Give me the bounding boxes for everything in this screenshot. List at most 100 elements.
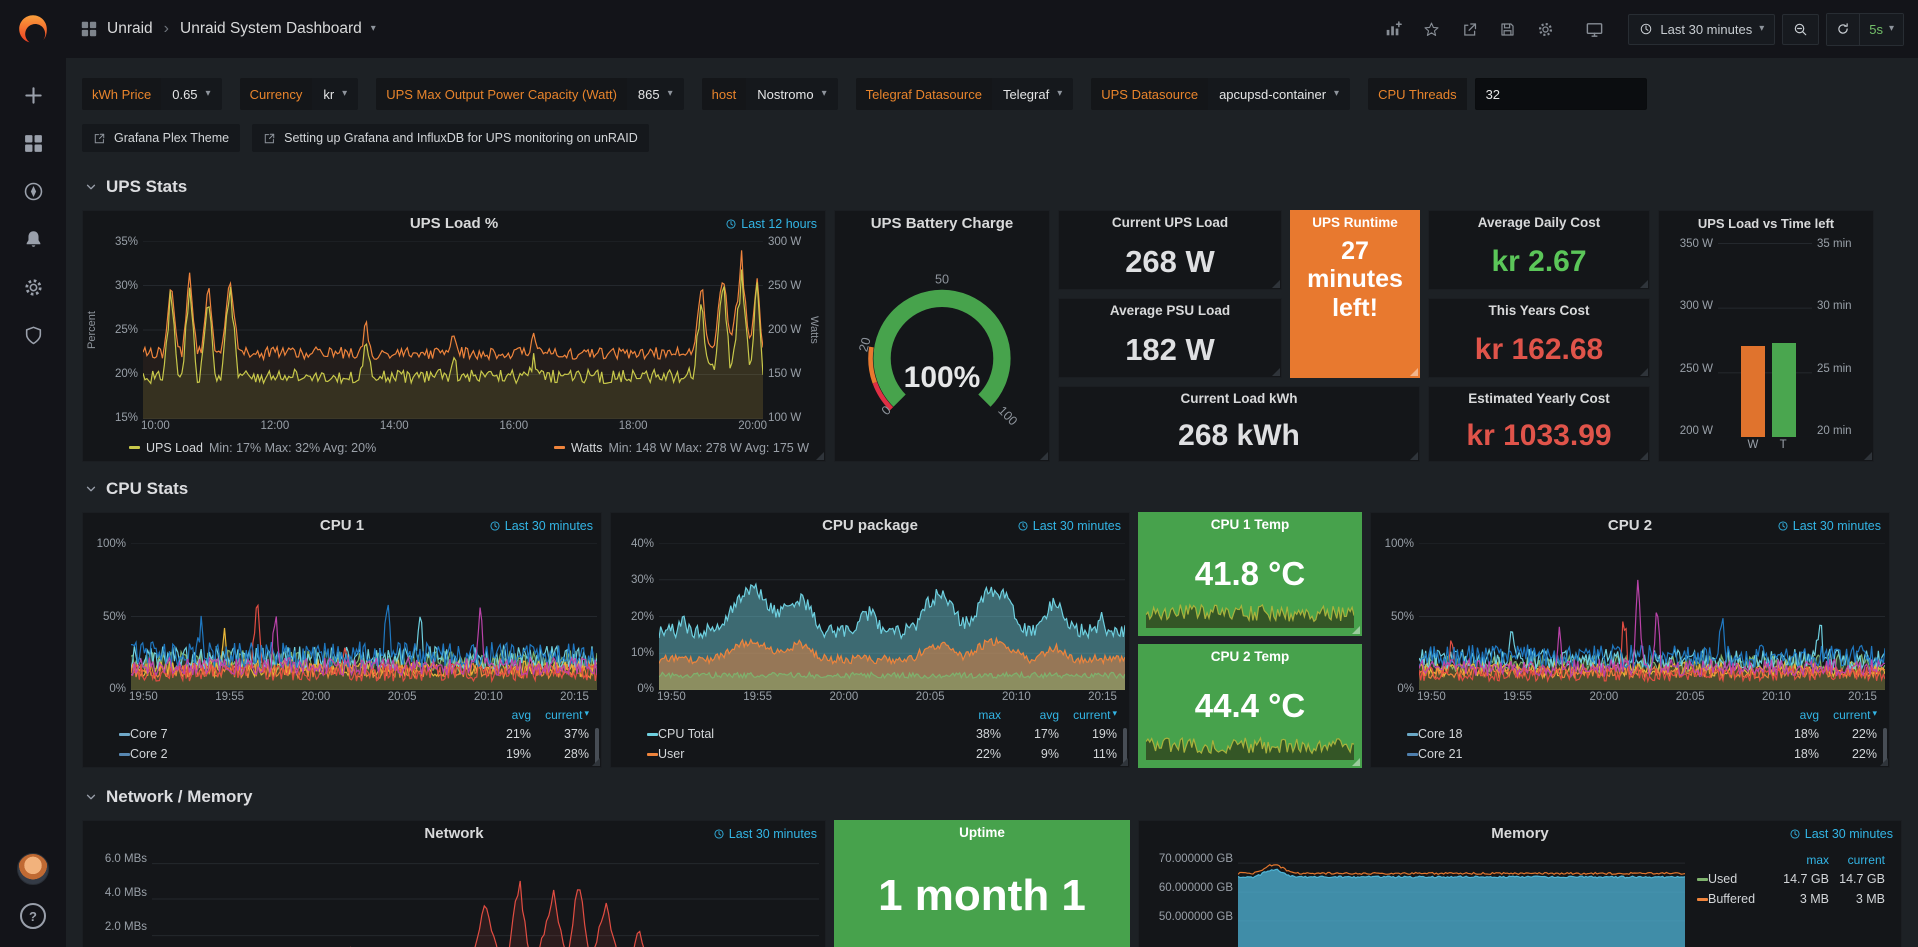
- cpu2-temp-sparkline: [1146, 730, 1354, 760]
- variable-currency: Currency kr▾: [240, 78, 359, 110]
- sidebar-item-admin[interactable]: [0, 311, 66, 359]
- sidebar-item-explore[interactable]: [0, 167, 66, 215]
- tick-label: 30 min: [1817, 300, 1869, 312]
- row-header-ups-stats[interactable]: UPS Stats: [84, 176, 1902, 198]
- caret-down-icon[interactable]: ▾: [371, 24, 376, 34]
- cpu-package-graph[interactable]: [659, 543, 1125, 690]
- legend-sort-max[interactable]: max: [1773, 853, 1829, 869]
- panel-title[interactable]: Average PSU Load: [1110, 303, 1230, 318]
- panel-title[interactable]: UPS Runtime: [1312, 215, 1398, 230]
- variable-value-dropdown[interactable]: Telegraf▾: [992, 78, 1073, 110]
- panel-title[interactable]: CPU package: [822, 517, 918, 534]
- page-title[interactable]: Unraid System Dashboard: [180, 20, 362, 38]
- refresh-button[interactable]: [1827, 14, 1859, 45]
- series-name[interactable]: Core 2: [130, 747, 168, 761]
- cpu1-graph[interactable]: [131, 543, 597, 690]
- cpu2-graph[interactable]: [1419, 543, 1885, 690]
- legend-sort-current[interactable]: current▾: [1059, 708, 1117, 724]
- panel-title[interactable]: Average Daily Cost: [1478, 215, 1601, 230]
- legend-scrollbar[interactable]: [1883, 728, 1887, 764]
- sidebar-item-alerting[interactable]: [0, 215, 66, 263]
- panel-title[interactable]: Estimated Yearly Cost: [1468, 391, 1610, 406]
- bar-chart[interactable]: W T: [1718, 243, 1812, 457]
- row-header-cpu-stats[interactable]: CPU Stats: [84, 478, 1902, 500]
- legend-sort-avg[interactable]: avg: [473, 708, 531, 724]
- series-name[interactable]: UPS Load: [146, 441, 203, 455]
- panel-title[interactable]: Network: [424, 825, 483, 842]
- panel-title[interactable]: UPS Battery Charge: [871, 215, 1014, 232]
- series-name[interactable]: Used: [1708, 872, 1737, 886]
- panel-title[interactable]: UPS Load %: [410, 215, 498, 232]
- variable-value-dropdown[interactable]: 0.65▾: [161, 78, 221, 110]
- variable-label: host: [702, 78, 747, 110]
- link-ups-monitoring-guide[interactable]: Setting up Grafana and InfluxDB for UPS …: [252, 124, 649, 152]
- legend-sort-current[interactable]: current: [1829, 853, 1885, 869]
- panel-title[interactable]: Current UPS Load: [1112, 215, 1228, 230]
- add-panel-button[interactable]: [1377, 15, 1409, 43]
- save-icon: [1499, 21, 1516, 38]
- series-name[interactable]: Core 18: [1418, 727, 1462, 741]
- legend-sort-current[interactable]: current▾: [531, 708, 589, 724]
- panel-title[interactable]: CPU 2 Temp: [1211, 649, 1290, 664]
- grafana-logo[interactable]: [16, 12, 50, 46]
- memory-graph[interactable]: [1238, 853, 1685, 947]
- cpu-threads-input[interactable]: [1475, 78, 1647, 110]
- panel-title[interactable]: CPU 2: [1608, 517, 1652, 534]
- panel-title[interactable]: UPS Load vs Time left: [1698, 216, 1834, 231]
- legend-sort-max[interactable]: max: [943, 708, 1001, 724]
- link-grafana-plex-theme[interactable]: Grafana Plex Theme: [82, 124, 240, 152]
- variable-value-dropdown[interactable]: 865▾: [627, 78, 684, 110]
- stat-value: kr 2.67: [1429, 235, 1649, 289]
- legend-scrollbar[interactable]: [1123, 728, 1127, 764]
- sidebar-item-create[interactable]: [0, 71, 66, 119]
- help-icon[interactable]: ?: [20, 903, 46, 929]
- series-name[interactable]: CPU Total: [658, 727, 714, 741]
- panel-cpu-package: CPU package Last 30 minutes 40%30%20%10%…: [610, 512, 1130, 768]
- series-name[interactable]: User: [658, 747, 684, 761]
- zoom-out-button[interactable]: [1782, 14, 1819, 45]
- panel-title[interactable]: Current Load kWh: [1181, 391, 1298, 406]
- sidebar-item-dashboards[interactable]: [0, 119, 66, 167]
- panel-title[interactable]: This Years Cost: [1488, 303, 1589, 318]
- sidebar-item-configuration[interactable]: [0, 263, 66, 311]
- clock-icon: [1789, 828, 1801, 840]
- row-header-network-memory[interactable]: Network / Memory: [84, 786, 1902, 808]
- star-button[interactable]: [1416, 16, 1447, 43]
- legend-sort-current[interactable]: current▾: [1819, 708, 1877, 724]
- legend-value: 19%: [473, 747, 531, 761]
- panel-title[interactable]: CPU 1 Temp: [1211, 517, 1290, 532]
- time-range-button[interactable]: Last 30 minutes ▾: [1628, 14, 1775, 45]
- ups-load-graph[interactable]: [143, 241, 763, 419]
- variable-value-dropdown[interactable]: apcupsd-container▾: [1208, 78, 1350, 110]
- refresh-interval-button[interactable]: 5s ▾: [1859, 14, 1903, 45]
- network-graph[interactable]: [152, 853, 819, 947]
- panel-title[interactable]: CPU 1: [320, 517, 364, 534]
- caret-down-icon: ▾: [668, 89, 673, 99]
- series-name[interactable]: Core 7: [130, 727, 168, 741]
- series-name[interactable]: Watts: [571, 441, 602, 455]
- save-button[interactable]: [1492, 16, 1523, 43]
- share-button[interactable]: [1454, 16, 1485, 43]
- variable-value-dropdown[interactable]: Nostromo▾: [746, 78, 837, 110]
- legend-scrollbar[interactable]: [595, 728, 599, 764]
- clock-icon: [713, 828, 725, 840]
- breadcrumb-app[interactable]: Unraid: [107, 20, 153, 38]
- series-name[interactable]: Core 21: [1418, 747, 1462, 761]
- tick-label: 25%: [104, 324, 138, 336]
- panel-uptime: Uptime 1 month 1: [834, 820, 1130, 947]
- dashboard-settings-button[interactable]: [1530, 16, 1561, 43]
- panel-title[interactable]: Memory: [1491, 825, 1549, 842]
- variable-value-dropdown[interactable]: kr▾: [312, 78, 358, 110]
- chevron-down-icon: [84, 790, 98, 804]
- cpu-stats-row: CPU 1 Last 30 minutes 100%50%0% 19:5019:…: [82, 512, 1902, 768]
- series-name[interactable]: Buffered: [1708, 892, 1755, 906]
- panel-title[interactable]: Uptime: [959, 825, 1005, 840]
- user-avatar[interactable]: [17, 853, 49, 885]
- legend-sort-avg[interactable]: avg: [1001, 708, 1059, 724]
- legend-sort-avg[interactable]: avg: [1761, 708, 1819, 724]
- cycle-view-button[interactable]: [1578, 15, 1611, 44]
- legend-value: 22%: [943, 747, 1001, 761]
- legend-value: 18%: [1761, 747, 1819, 761]
- section-title: Network / Memory: [106, 787, 252, 807]
- caret-down-icon: ▾: [1112, 708, 1117, 724]
